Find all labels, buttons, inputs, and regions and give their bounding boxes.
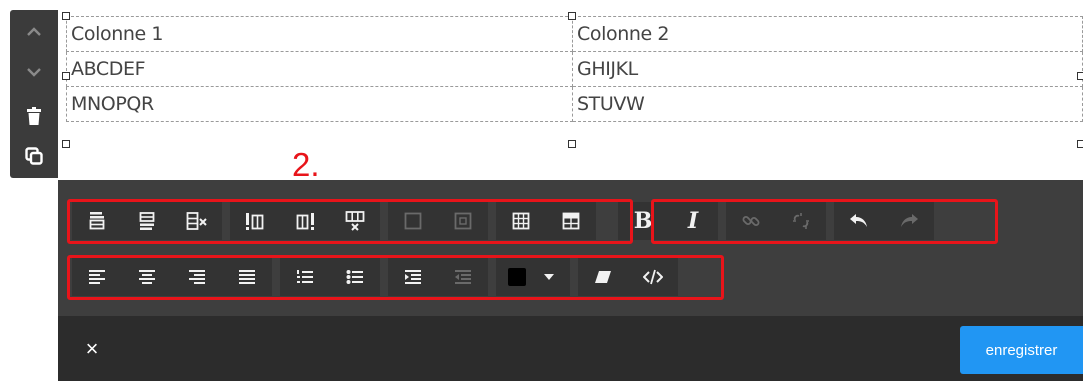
duplicate-block-button[interactable] — [10, 138, 58, 174]
chevron-down-icon — [27, 68, 41, 77]
move-up-button[interactable] — [10, 14, 58, 50]
table-cell[interactable]: GHIJKL — [572, 51, 1083, 87]
resize-handle[interactable] — [568, 12, 576, 20]
annotation-label: 2. — [292, 146, 320, 183]
trash-icon — [27, 107, 41, 125]
save-button[interactable]: enregistrer — [960, 326, 1083, 374]
resize-handle[interactable] — [1077, 140, 1083, 148]
table-row: MNOPQR STUVW — [66, 86, 1083, 122]
annotation-box-table-tools — [67, 199, 633, 244]
resize-handle[interactable] — [62, 72, 70, 80]
table-cell[interactable]: STUVW — [572, 86, 1083, 122]
chevron-up-icon — [27, 27, 41, 36]
editor-footer: × enregistrer — [58, 316, 1083, 381]
table-row: ABCDEF GHIJKL — [66, 51, 1083, 87]
resize-handle[interactable] — [568, 140, 576, 148]
move-down-button[interactable] — [10, 54, 58, 90]
table-block: Colonne 1 Colonne 2 ABCDEF GHIJKL MNOPQR… — [58, 0, 1083, 180]
annotation-box-paragraph-tools — [67, 255, 724, 300]
delete-block-button[interactable] — [10, 98, 58, 134]
resize-handle[interactable] — [62, 140, 70, 148]
annotation-box-format-tools — [651, 199, 998, 244]
resize-handle[interactable] — [1077, 72, 1083, 80]
table-cell[interactable]: Colonne 2 — [572, 16, 1083, 52]
bold-icon: B — [633, 208, 653, 234]
data-table: Colonne 1 Colonne 2 ABCDEF GHIJKL MNOPQR… — [66, 16, 1083, 122]
resize-handle[interactable] — [62, 12, 70, 20]
table-cell[interactable]: Colonne 1 — [66, 16, 573, 52]
table-row: Colonne 1 Colonne 2 — [66, 16, 1083, 52]
close-icon: × — [85, 336, 99, 361]
table-cell[interactable]: MNOPQR — [66, 86, 573, 122]
block-side-toolbar — [10, 10, 58, 178]
table-cell[interactable]: ABCDEF — [66, 51, 573, 87]
close-button[interactable]: × — [78, 335, 106, 363]
copy-icon — [25, 147, 43, 165]
